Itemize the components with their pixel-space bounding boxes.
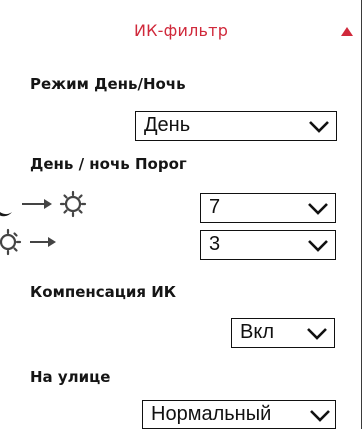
- collapse-arrow-icon[interactable]: [341, 27, 353, 36]
- ir-compensation-label: Компенсация ИК: [30, 283, 177, 301]
- outdoor-value: Нормальный: [151, 403, 272, 425]
- ir-compensation-select[interactable]: Вкл: [231, 318, 335, 348]
- night-to-day-threshold-select[interactable]: 7: [200, 193, 336, 223]
- day-night-mode-value: День: [144, 114, 191, 136]
- day-to-night-threshold-value: 3: [209, 233, 221, 255]
- moon-to-sun-icon: [0, 190, 100, 218]
- sun-to-moon-icon: [0, 228, 100, 256]
- chevron-down-icon: [307, 328, 327, 340]
- ir-filter-panel: ИК-фильтр Режим День/Ночь День День / но…: [0, 0, 362, 429]
- day-night-mode-label: Режим День/Ночь: [30, 75, 186, 93]
- ir-compensation-value: Вкл: [240, 321, 274, 343]
- ir-filter-title[interactable]: ИК-фильтр: [0, 21, 362, 40]
- outdoor-select[interactable]: Нормальный: [142, 400, 336, 429]
- chevron-down-icon: [308, 240, 328, 252]
- night-to-day-threshold-value: 7: [209, 196, 221, 218]
- day-night-threshold-label: День / ночь Порог: [30, 155, 187, 173]
- chevron-down-icon: [310, 410, 330, 422]
- day-to-night-threshold-select[interactable]: 3: [200, 230, 336, 260]
- outdoor-label: На улице: [30, 368, 111, 386]
- chevron-down-icon: [309, 121, 329, 133]
- day-night-mode-select[interactable]: День: [135, 111, 337, 141]
- chevron-down-icon: [308, 203, 328, 215]
